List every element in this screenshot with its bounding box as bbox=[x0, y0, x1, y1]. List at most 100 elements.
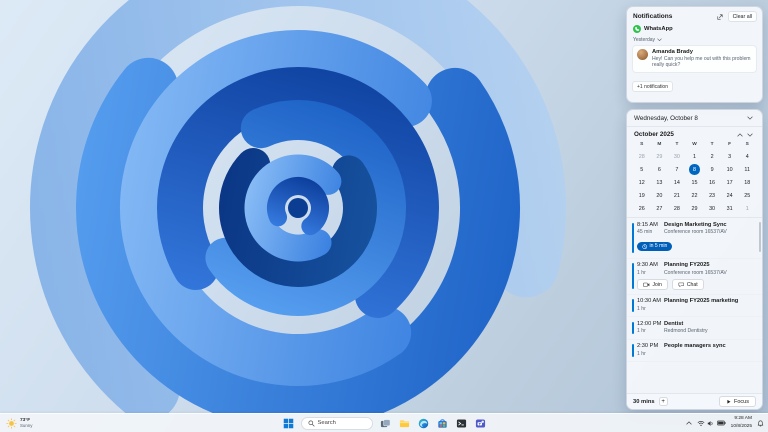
tray-time: 9:28 AM bbox=[734, 415, 752, 421]
calendar-day[interactable]: 26 bbox=[633, 202, 651, 215]
taskbar: 73°F Sunny Search 9:28 AM 10/8/2025 bbox=[0, 413, 768, 432]
event-location: Conference room 16537/AV bbox=[664, 269, 727, 276]
calendar-day[interactable]: 31 bbox=[721, 202, 739, 215]
calendar-day[interactable]: 30 bbox=[668, 150, 686, 163]
taskbar-apps bbox=[379, 417, 487, 430]
calendar-day[interactable]: 3 bbox=[721, 150, 739, 163]
agenda-list[interactable]: 8:15 AM Design Marketing Sync 45 min Confer… bbox=[627, 217, 762, 379]
terminal-icon bbox=[456, 418, 467, 429]
calendar-day[interactable]: 2 bbox=[703, 150, 721, 163]
event-location: Redmond Dentistry bbox=[664, 328, 708, 335]
calendar-day[interactable]: 28 bbox=[668, 202, 686, 215]
event-title: Design Marketing Sync bbox=[664, 221, 727, 228]
calendar-day[interactable]: 11 bbox=[738, 163, 756, 176]
chevron-down-icon bbox=[657, 38, 662, 41]
clear-all-button[interactable]: Clear all bbox=[727, 11, 757, 22]
calendar-day[interactable]: 17 bbox=[721, 176, 739, 189]
taskbar-store-button[interactable] bbox=[436, 417, 449, 430]
taskbar-terminal-button[interactable] bbox=[455, 417, 468, 430]
calendar-footer: 30 mins + Focus bbox=[627, 393, 762, 409]
weekday-label: S bbox=[640, 142, 644, 147]
calendar-day[interactable]: 24 bbox=[721, 189, 739, 202]
calendar-day[interactable]: 1 bbox=[686, 150, 704, 163]
calendar-day[interactable]: 5 bbox=[633, 163, 651, 176]
chevron-down-icon bbox=[747, 116, 753, 120]
network-volume-battery-button[interactable] bbox=[697, 420, 726, 427]
join-button[interactable]: Join bbox=[637, 279, 668, 291]
calendar-day[interactable]: 13 bbox=[651, 176, 669, 189]
increase-duration-button[interactable]: + bbox=[658, 397, 668, 406]
agenda-event[interactable]: 8:15 AM Design Marketing Sync 45 min Confer… bbox=[627, 218, 762, 259]
event-title: Planning FY2025 bbox=[664, 262, 710, 269]
calendar-day[interactable]: 28 bbox=[633, 150, 651, 163]
calendar-day[interactable]: 20 bbox=[651, 189, 669, 202]
calendar-day[interactable]: 1 bbox=[738, 202, 756, 215]
chat-button[interactable]: Chat bbox=[671, 279, 704, 291]
agenda-event[interactable]: 2:30 PM People managers sync 1 hr bbox=[627, 340, 762, 363]
bell-icon bbox=[757, 419, 764, 426]
collapse-calendar-button[interactable] bbox=[745, 115, 755, 121]
calendar-day[interactable]: 25 bbox=[738, 189, 756, 202]
agenda-event[interactable]: 9:30 AM Planning FY2025 1 hr Conference roo… bbox=[627, 259, 762, 295]
calendar-day[interactable]: 4 bbox=[738, 150, 756, 163]
calendar-day[interactable]: 18 bbox=[738, 176, 756, 189]
more-notifications-button[interactable]: +1 notification bbox=[632, 81, 673, 93]
notification-bell-button[interactable] bbox=[757, 419, 764, 427]
agenda-event[interactable]: 10:30 AM Planning FY2025 marketing 1 hr bbox=[627, 295, 762, 318]
calendar-day[interactable]: 15 bbox=[686, 176, 704, 189]
calendar-day[interactable]: 10 bbox=[721, 163, 739, 176]
taskbar-file-explorer-button[interactable] bbox=[398, 417, 411, 430]
calendar-day[interactable]: 30 bbox=[703, 202, 721, 215]
focus-button[interactable]: Focus bbox=[719, 396, 756, 407]
calendar-day[interactable]: 27 bbox=[651, 202, 669, 215]
calendar-day[interactable]: 9 bbox=[703, 163, 721, 176]
search-input[interactable]: Search bbox=[300, 416, 373, 430]
taskbar-center: Search bbox=[282, 416, 487, 430]
event-duration: 1 hr bbox=[637, 350, 646, 357]
notification-app-group[interactable]: WhatsApp bbox=[627, 24, 762, 34]
calendar-day[interactable]: 19 bbox=[633, 189, 651, 202]
show-hidden-icons-button[interactable] bbox=[686, 421, 692, 425]
group-label-text: Yesterday bbox=[633, 36, 656, 43]
calendar-day-selected[interactable]: 8 bbox=[686, 163, 704, 176]
event-location: Conference room 16537/AV bbox=[664, 229, 727, 236]
wifi-icon bbox=[697, 420, 705, 426]
next-month-button[interactable] bbox=[745, 132, 755, 138]
search-placeholder: Search bbox=[317, 420, 336, 426]
calendar-day[interactable]: 14 bbox=[668, 176, 686, 189]
event-time: 8:15 AM bbox=[637, 221, 658, 228]
prev-month-button[interactable] bbox=[735, 132, 745, 138]
calendar-day[interactable]: 12 bbox=[633, 176, 651, 189]
battery-icon bbox=[716, 420, 726, 426]
chevron-down-icon bbox=[747, 133, 753, 137]
calendar-day[interactable]: 22 bbox=[686, 189, 704, 202]
calendar-day[interactable]: 21 bbox=[668, 189, 686, 202]
weather-widget[interactable]: 73°F Sunny bbox=[6, 418, 32, 429]
clock[interactable]: 9:28 AM 10/8/2025 bbox=[731, 416, 752, 430]
notifications-panel: Notifications Clear all WhatsApp Yesterd… bbox=[626, 6, 763, 103]
play-icon bbox=[727, 399, 731, 404]
taskbar-task-view-button[interactable] bbox=[379, 417, 392, 430]
taskbar-teams-button[interactable] bbox=[474, 417, 487, 430]
calendar-day[interactable]: 29 bbox=[651, 150, 669, 163]
calendar-day[interactable]: 7 bbox=[668, 163, 686, 176]
expand-icon[interactable] bbox=[715, 13, 725, 21]
taskbar-edge-button[interactable] bbox=[417, 417, 430, 430]
focus-duration-label: 30 mins bbox=[633, 398, 655, 405]
calendar-day[interactable]: 6 bbox=[651, 163, 669, 176]
weekday-label: F bbox=[728, 142, 732, 147]
system-tray: 9:28 AM 10/8/2025 bbox=[686, 416, 764, 430]
event-actions: Join Chat bbox=[637, 279, 756, 291]
notification-card[interactable]: Amanda Brady Hey! Can you help me out wi… bbox=[632, 44, 757, 73]
start-button[interactable] bbox=[282, 417, 295, 430]
calendar-day[interactable]: 23 bbox=[703, 189, 721, 202]
calendar-day[interactable]: 29 bbox=[686, 202, 704, 215]
action-label: Join bbox=[652, 281, 662, 288]
event-duration: 1 hr bbox=[637, 269, 646, 276]
calendar-day[interactable]: 16 bbox=[703, 176, 721, 189]
notification-message: Hey! Can you help me out with this probl… bbox=[652, 55, 751, 69]
event-title: Dentist bbox=[664, 320, 684, 327]
calendar-date-label: Wednesday, October 8 bbox=[634, 114, 698, 122]
agenda-event[interactable]: 12:00 PM Dentist 1 hr Redmond Dentistry bbox=[627, 317, 762, 340]
notification-group-label[interactable]: Yesterday bbox=[627, 34, 762, 44]
